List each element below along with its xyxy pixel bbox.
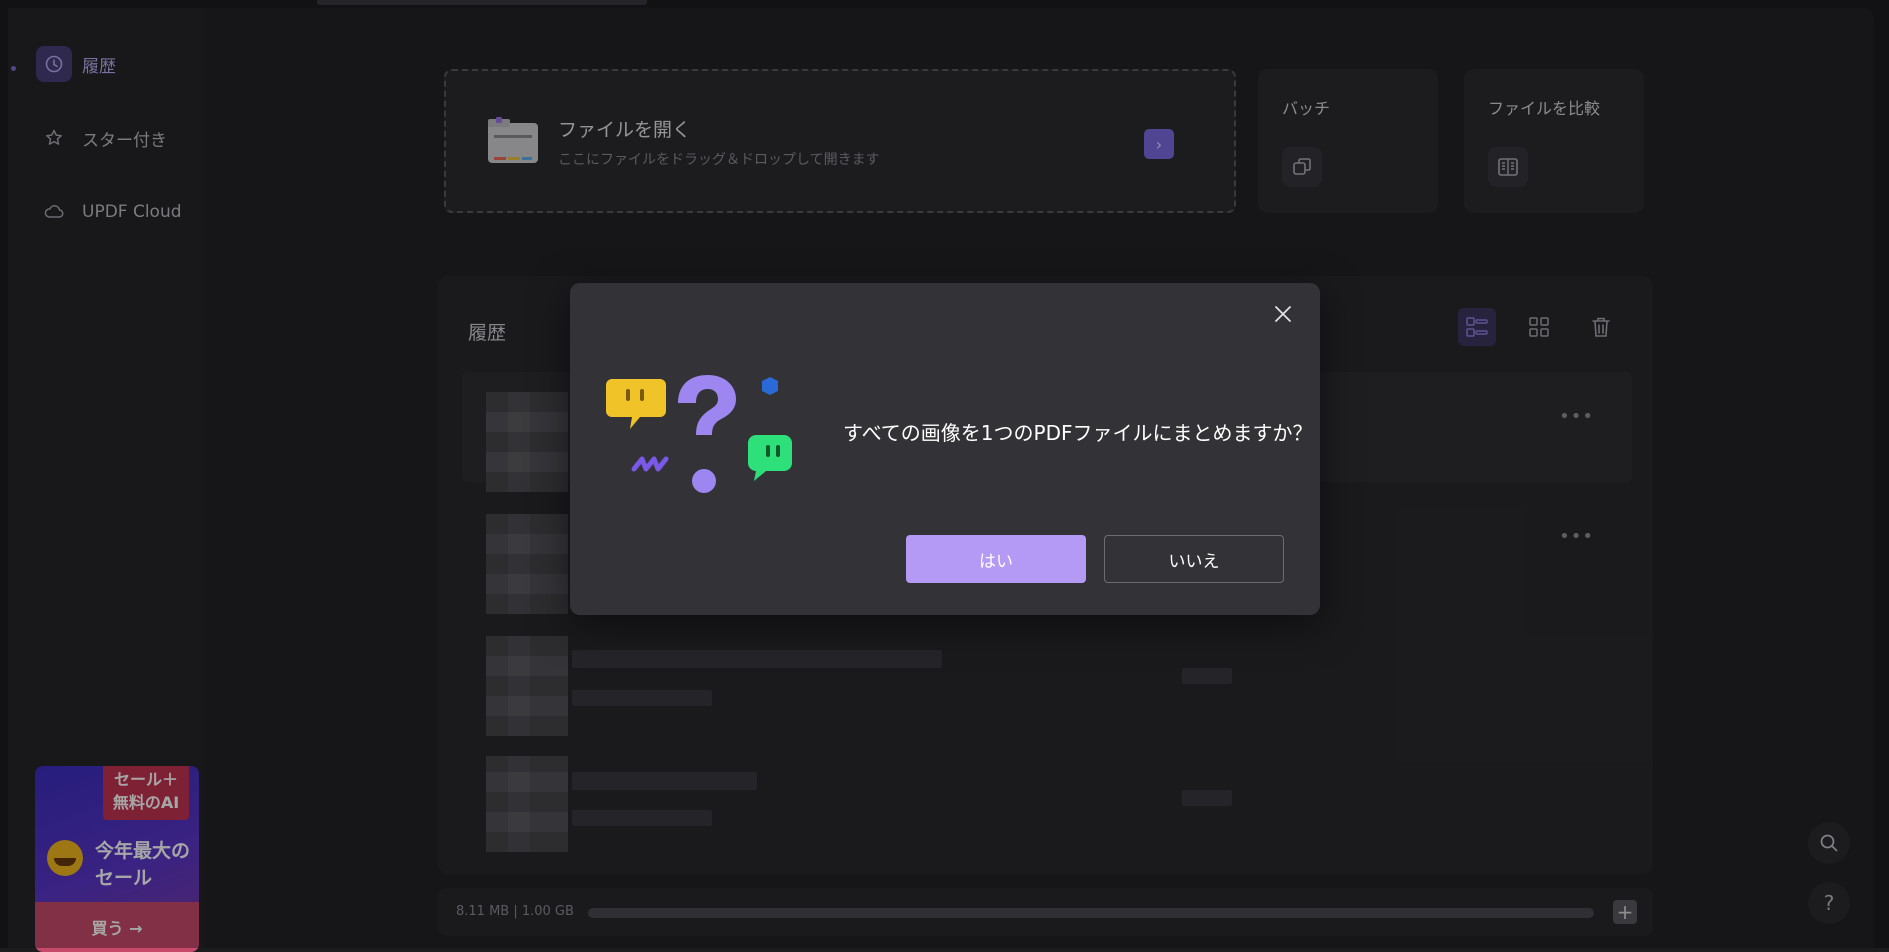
close-button[interactable] <box>1268 299 1298 329</box>
yes-button[interactable]: はい <box>906 535 1086 583</box>
no-button[interactable]: いいえ <box>1104 535 1284 583</box>
question-illustration-icon <box>606 375 792 493</box>
merge-images-dialog: すべての画像を1つのPDFファイルにまとめますか？ はい いいえ <box>570 283 1320 615</box>
dialog-message: すべての画像を1つのPDFファイルにまとめますか？ <box>843 421 1313 445</box>
app-window: 履歴 スター付き UPDF Cloud セール＋ 無料のAI 今年最大の セール… <box>0 0 1889 952</box>
close-icon <box>1275 306 1291 322</box>
